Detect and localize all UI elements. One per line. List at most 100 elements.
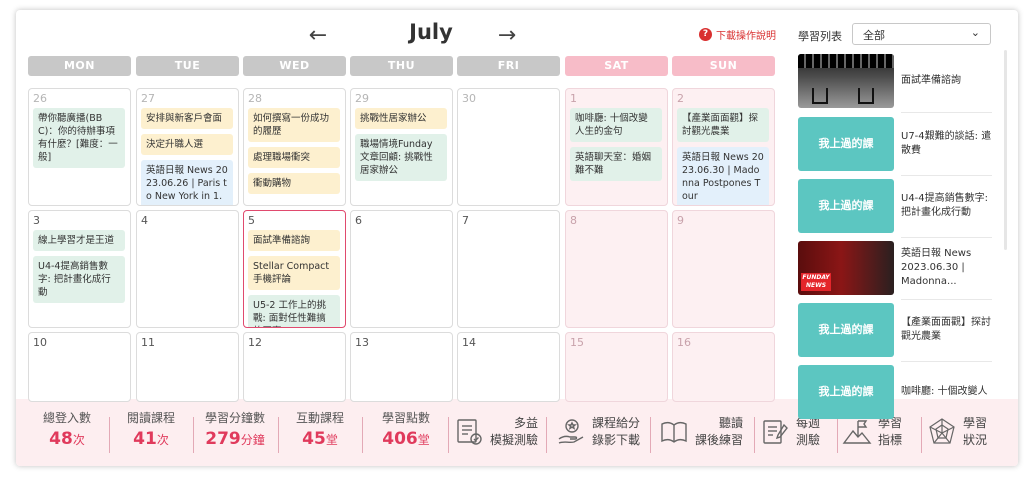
course-tag: 我上過的課: [798, 365, 894, 419]
calendar-event[interactable]: 決定升職人選: [141, 134, 233, 155]
calendar-event[interactable]: 職場情境Funday 文章回顧: 挑戰性居家辦公: [355, 134, 447, 181]
calendar-day[interactable]: 13: [350, 332, 453, 402]
calendar-day[interactable]: 15: [565, 332, 668, 402]
learning-list-item-title: 面試準備諮詢: [901, 75, 961, 86]
day-events: 線上學習才是王道 U4-4提高銷售數字: 把計畫化成行動: [33, 230, 125, 327]
calendar-day[interactable]: 14: [457, 332, 560, 402]
stat-label: 閱讀課程: [126, 411, 175, 425]
calendar-day[interactable]: 9: [672, 210, 775, 328]
stat-0: 總登入數 48次: [22, 409, 112, 449]
calendar-event[interactable]: 如何撰寫一份成功的履歷: [248, 108, 340, 142]
calendar-day-today[interactable]: 5 面試準備諮詢 Stellar Compact手機評論 U5-2 工作上的挑戰: 面…: [243, 210, 346, 328]
stat-unit: 次: [72, 433, 85, 447]
day-number: 30: [462, 92, 476, 105]
divider: [921, 417, 922, 453]
stat-value: 41次: [106, 429, 196, 449]
calendar-event[interactable]: 咖啡廳: 十個改變人生的金句: [570, 108, 662, 142]
prev-month-arrow-icon[interactable]: ←: [304, 23, 332, 48]
day-number: 4: [141, 214, 148, 227]
tool-label: 每週 測驗: [796, 415, 820, 449]
weekday-header-mon: MON: [28, 56, 131, 76]
stat-4: 學習點數 406堂: [361, 409, 451, 449]
stat-number: 48: [49, 429, 73, 449]
stat-number: 279: [205, 429, 241, 449]
weekday-header-thu: THU: [350, 56, 453, 76]
learning-list-item-title: 【產業面面觀】探討觀光農業: [901, 317, 991, 342]
day-events: [677, 230, 769, 327]
calendar-day[interactable]: 10: [28, 332, 131, 402]
calendar-day[interactable]: 3 線上學習才是王道 U4-4提高銷售數字: 把計畫化成行動: [28, 210, 131, 328]
calendar-event[interactable]: 處理職場衝突: [248, 147, 340, 168]
tool-label-line1: 課程給分: [592, 416, 641, 430]
stat-label: 總登入數: [42, 411, 91, 425]
tool-label-line2: 課後練習: [695, 433, 744, 447]
weekly-test-icon: [760, 417, 790, 447]
day-events: 挑戰性居家辦公職場情境Funday 文章回顧: 挑戰性居家辦公: [355, 108, 447, 205]
tool-label-line1: 聽讀: [719, 416, 744, 430]
calendar-day[interactable]: 7: [457, 210, 560, 328]
calendar-day[interactable]: 16: [672, 332, 775, 402]
calendar-event[interactable]: 英語日報 News 2023.06.26 | Paris to New York…: [141, 160, 233, 205]
tool-button-medal-hand[interactable]: 課程給分 錄影下載: [556, 409, 640, 455]
learning-list-item-title: 咖啡廳: 十個改變人: [901, 386, 988, 397]
calendar-event[interactable]: Stellar Compact手機評論: [248, 256, 340, 290]
calendar-day[interactable]: 2 【產業面面觀】探討觀光農業 英語日報 News 2023.06.30 | Mad…: [672, 88, 775, 206]
learning-list-scrollbar[interactable]: [1004, 50, 1007, 250]
day-number: 29: [355, 92, 369, 105]
calendar-day[interactable]: 1 咖啡廳: 十個改變人生的金句 英語聊天室：婚姻難不難: [565, 88, 668, 206]
calendar-day[interactable]: 8: [565, 210, 668, 328]
calendar-day[interactable]: 4: [136, 210, 239, 328]
chevron-down-icon: ⌄: [970, 26, 980, 39]
learning-list-item[interactable]: FUNDAY NEWS 英語日報 News 2023.06.30 | Madonn…: [798, 241, 992, 300]
calendar-event[interactable]: 安排與新客戶會面: [141, 108, 233, 129]
tool-label: 學習 指標: [878, 415, 902, 449]
next-month-arrow-icon[interactable]: →: [493, 23, 521, 48]
learning-list-item[interactable]: 面試準備諮詢: [798, 54, 992, 113]
calendar-event[interactable]: U5-2 工作上的挑戰: 面對任性難搞的同事: [248, 295, 340, 327]
day-number: 15: [570, 336, 584, 349]
calendar-day[interactable]: 26 帶你聽廣播(BBC)：你的待辦事項有什麼？[難度：一般]: [28, 88, 131, 206]
calendar-day[interactable]: 11: [136, 332, 239, 402]
calendar-event[interactable]: 帶你聽廣播(BBC)：你的待辦事項有什麼？[難度：一般]: [33, 108, 125, 168]
day-number: 11: [141, 336, 155, 349]
divider: [546, 417, 547, 453]
calendar-event[interactable]: 英語日報 News 2023.06.30 | Madonna Postpones…: [677, 147, 769, 205]
tool-label-line2: 錄影下載: [592, 433, 641, 447]
calendar-event[interactable]: 英語聊天室：婚姻難不難: [570, 147, 662, 181]
calendar-day[interactable]: 29 挑戰性居家辦公職場情境Funday 文章回顧: 挑戰性居家辦公: [350, 88, 453, 206]
day-number: 10: [33, 336, 47, 349]
divider: [901, 361, 992, 362]
calendar-event[interactable]: 挑戰性居家辦公: [355, 108, 447, 129]
download-guide-link[interactable]: ? 下載操作說明: [699, 27, 776, 42]
calendar-event[interactable]: 線上學習才是王道: [33, 230, 125, 251]
calendar-day[interactable]: 30: [457, 88, 560, 206]
stat-number: 406: [382, 429, 418, 449]
funday-news-badge: FUNDAY NEWS: [801, 273, 831, 291]
category-select[interactable]: 全部 ⌄: [852, 23, 991, 45]
calendar-day[interactable]: 27 安排與新客戶會面 決定升職人選 英語日報 News 2023.06.26 | P…: [136, 88, 239, 206]
divider: [901, 112, 992, 113]
day-number: 16: [677, 336, 691, 349]
calendar-day[interactable]: 12: [243, 332, 346, 402]
mountain-flag-icon: [842, 417, 872, 447]
tool-button-exam[interactable]: 多益 模擬測驗: [454, 409, 538, 455]
stat-number: 41: [133, 429, 157, 449]
weekday-header-wed: WED: [243, 56, 346, 76]
calendar-day[interactable]: 28 如何撰寫一份成功的履歷 處理職場衝突 衝動購物: [243, 88, 346, 206]
interview-thumbnail-image: [798, 54, 894, 108]
stat-label: 學習分鐘數: [204, 411, 265, 425]
learning-list-item[interactable]: 我上過的課 【產業面面觀】探討觀光農業: [798, 303, 992, 362]
tool-label: 課程給分 錄影下載: [592, 415, 640, 449]
calendar-event[interactable]: 【產業面面觀】探討觀光農業: [677, 108, 769, 142]
learning-list-item[interactable]: 我上過的課 U4-4提高銷售數字: 把計畫化成行動: [798, 179, 992, 238]
calendar-event[interactable]: U4-4提高銷售數字: 把計畫化成行動: [33, 256, 125, 303]
calendar-day[interactable]: 6: [350, 210, 453, 328]
stat-value: 406堂: [361, 429, 451, 449]
calendar-event[interactable]: 面試準備諮詢: [248, 230, 340, 251]
learning-list-item[interactable]: 我上過的課 U7-4艱難的談話: 遣散費: [798, 117, 992, 176]
tool-button-book[interactable]: 聽讀課後練習: [659, 409, 743, 455]
radar-chart-icon: [927, 417, 957, 447]
learning-list-item[interactable]: 我上過的課 咖啡廳: 十個改變人: [798, 365, 992, 420]
calendar-event[interactable]: 衝動購物: [248, 173, 340, 194]
stat-unit: 分鐘: [240, 433, 265, 447]
